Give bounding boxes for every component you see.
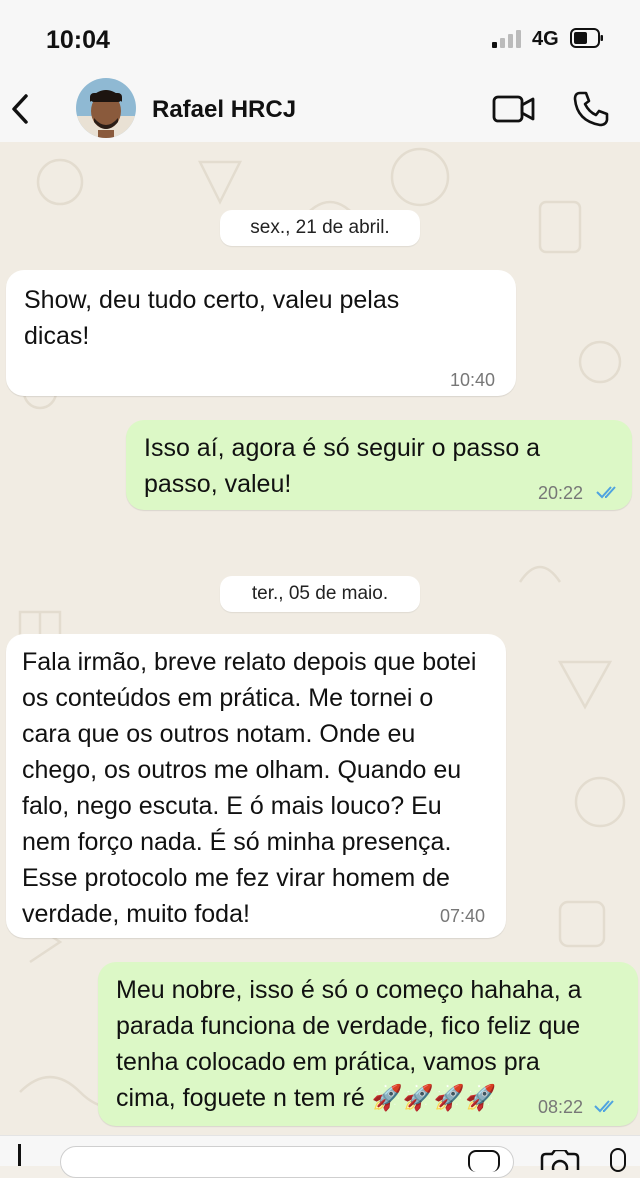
date-separator-text: ter., 05 de maio. <box>251 583 389 604</box>
message-input[interactable] <box>60 1146 514 1178</box>
video-call-icon[interactable] <box>492 94 536 124</box>
message-time: 08:22 <box>538 1097 584 1117</box>
date-separator-text: sex., 21 de abril. <box>250 217 390 238</box>
message-time: 10:40 <box>450 370 496 390</box>
sticker-icon[interactable] <box>468 1150 500 1172</box>
camera-icon[interactable] <box>540 1150 580 1170</box>
phone-icon[interactable] <box>572 90 610 128</box>
date-separator: sex., 21 de abril. <box>220 210 420 246</box>
read-ticks-icon <box>594 1100 614 1113</box>
chat-area[interactable]: sex., 21 de abril. Show, deu tudo certo,… <box>0 142 640 1135</box>
message-text: Meu nobre, isso é só o começo hahaha, a … <box>116 976 582 1112</box>
battery-icon <box>570 28 603 48</box>
status-bar: 10:04 4G <box>0 0 640 78</box>
message-text: Isso aí, agora é só seguir o passo a pas… <box>144 434 541 498</box>
message-time: 20:22 <box>538 483 584 503</box>
signal-icon <box>492 30 521 48</box>
date-separator: ter., 05 de maio. <box>220 576 420 612</box>
message-bubble-incoming[interactable]: Fala irmão, breve relato depois que bote… <box>6 634 506 938</box>
network-type: 4G <box>532 28 559 50</box>
message-bubble-incoming[interactable]: Show, deu tudo certo, valeu pelas dicas!… <box>6 270 516 396</box>
message-bubble-outgoing[interactable]: Isso aí, agora é só seguir o passo a pas… <box>126 420 632 510</box>
contact-name[interactable]: Rafael HRCJ <box>152 96 296 124</box>
mic-icon[interactable] <box>610 1148 626 1172</box>
plus-icon[interactable] <box>18 1144 21 1166</box>
message-text: Show, deu tudo certo, valeu pelas dicas! <box>24 286 400 350</box>
chat-header: Rafael HRCJ <box>0 78 640 142</box>
message-bubble-outgoing[interactable]: Meu nobre, isso é só o começo hahaha, a … <box>98 962 638 1126</box>
status-time: 10:04 <box>46 26 110 54</box>
message-composer <box>0 1135 640 1178</box>
read-ticks-icon <box>596 486 616 499</box>
message-text: Fala irmão, breve relato depois que bote… <box>22 648 477 928</box>
avatar[interactable] <box>76 78 136 138</box>
back-arrow-icon[interactable] <box>8 92 34 126</box>
message-time: 07:40 <box>440 906 486 926</box>
